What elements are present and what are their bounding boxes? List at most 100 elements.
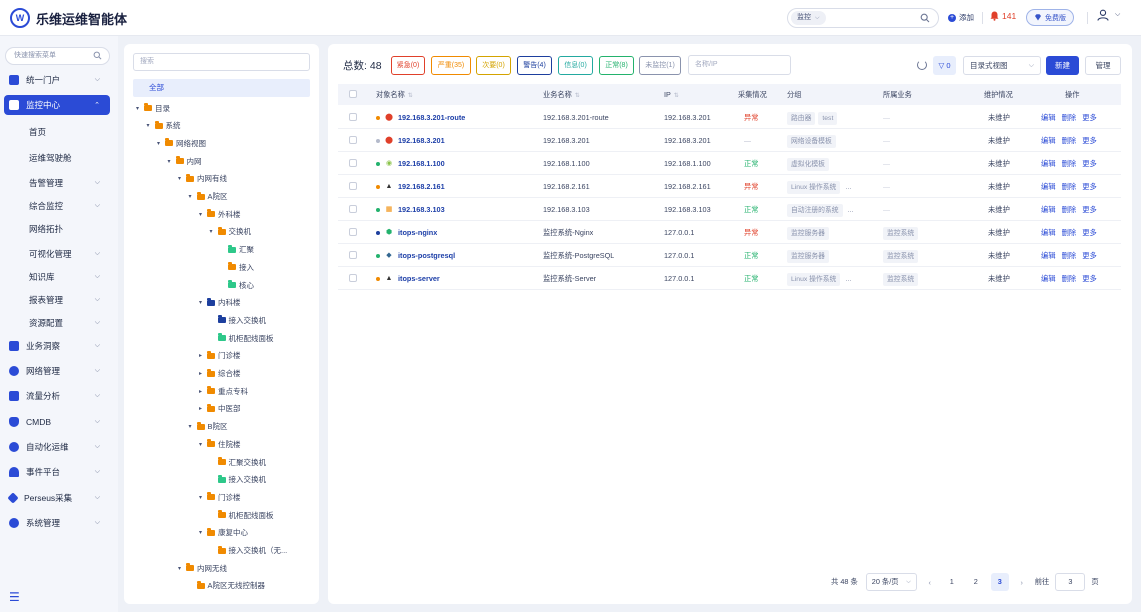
search-scope-select[interactable]: 监控 ⌵ — [791, 11, 826, 25]
nav-item-automation[interactable]: 自动化运维 ⌵ — [4, 437, 110, 457]
object-name-cell[interactable]: ⬤ 192.168.3.201-route — [376, 106, 465, 129]
nav-sub-resource[interactable]: 资源配置 ⌵ — [4, 313, 110, 333]
nav-item-cmdb[interactable]: CMDB ⌵ — [4, 412, 110, 432]
nav-item-traffic[interactable]: 流量分析 ⌵ — [4, 386, 110, 406]
nav-item-portal[interactable]: 统一门户 ⌵ — [4, 70, 110, 90]
nav-sub-cockpit[interactable]: 运维驾驶舱 — [4, 148, 110, 168]
caret-down-icon[interactable]: ▾ — [178, 565, 186, 572]
table-row[interactable]: ▦ 192.168.3.103 192.168.3.103 192.168.3.103… — [338, 198, 1121, 221]
object-name-link[interactable]: itops-server — [398, 267, 440, 290]
object-name-link[interactable]: itops-postgresql — [398, 244, 455, 267]
app-logo[interactable]: W 乐维运维智能体 — [10, 8, 127, 28]
row-checkbox[interactable] — [349, 205, 357, 213]
tree-node[interactable]: 接入 — [220, 260, 254, 274]
object-name-cell[interactable]: ▲ 192.168.2.161 — [376, 175, 445, 198]
nav-sub-report[interactable]: 报表管理 ⌵ — [4, 290, 110, 310]
object-name-cell[interactable]: ◉ 192.168.1.100 — [376, 152, 445, 175]
table-row[interactable]: ⬤ 192.168.3.201-route 192.168.3.201-route 1… — [338, 106, 1121, 129]
column-business-name[interactable]: 业务名称 ⇅ — [543, 84, 580, 105]
edit-link[interactable]: 编辑 — [1041, 136, 1056, 145]
nav-sub-knowledge[interactable]: 知识库 ⌵ — [4, 267, 110, 287]
nav-item-network[interactable]: 网络管理 ⌵ — [4, 361, 110, 381]
tree-node[interactable]: ▾ 交换机 — [210, 225, 251, 239]
edit-link[interactable]: 编辑 — [1041, 205, 1056, 214]
nav-item-events[interactable]: 事件平台 ⌵ — [4, 462, 110, 482]
page-number[interactable]: 1 — [943, 573, 961, 591]
filter-info-button[interactable]: 信息(0) — [558, 56, 593, 75]
delete-link[interactable]: 删除 — [1062, 251, 1077, 260]
row-checkbox[interactable] — [349, 136, 357, 144]
column-ip[interactable]: IP ⇅ — [664, 84, 679, 105]
column-object-name[interactable]: 对象名称 ⇅ — [376, 84, 413, 105]
tree-node[interactable]: ▾ 目录 — [136, 101, 170, 115]
edit-link[interactable]: 编辑 — [1041, 274, 1056, 283]
tree-node[interactable]: ▾ 外科楼 — [199, 207, 241, 221]
nav-item-monitor-center[interactable]: 监控中心 ⌃ — [4, 95, 110, 115]
nav-sub-home[interactable]: 首页 — [4, 122, 110, 142]
caret-down-icon[interactable]: ▾ — [199, 529, 207, 536]
add-button[interactable]: + 添加 — [948, 12, 974, 23]
more-link[interactable]: 更多 — [1082, 113, 1097, 122]
select-all-checkbox[interactable] — [349, 90, 357, 98]
row-checkbox[interactable] — [349, 251, 357, 259]
tree-node[interactable]: 机柜配线面板 — [210, 508, 274, 522]
tree-node[interactable]: 核心 — [220, 278, 254, 292]
caret-right-icon[interactable]: ▸ — [199, 352, 207, 359]
object-name-link[interactable]: 192.168.1.100 — [398, 152, 445, 175]
tree-search-input[interactable]: 搜索 — [133, 53, 310, 71]
table-row[interactable]: ◉ 192.168.1.100 192.168.1.100 192.168.1.100… — [338, 152, 1121, 175]
object-name-link[interactable]: 192.168.3.103 — [398, 198, 445, 221]
prev-page-icon[interactable]: ‹ — [923, 578, 937, 587]
refresh-icon[interactable] — [917, 60, 927, 70]
nav-item-business-insight[interactable]: 业务洞察 ⌵ — [4, 336, 110, 356]
tree-node[interactable]: A院区无线控制器 — [189, 579, 265, 593]
edit-link[interactable]: 编辑 — [1041, 228, 1056, 237]
caret-right-icon[interactable]: ▸ — [199, 370, 207, 377]
object-name-link[interactable]: 192.168.3.201 — [398, 129, 445, 152]
delete-link[interactable]: 删除 — [1062, 274, 1077, 283]
row-checkbox[interactable] — [349, 159, 357, 167]
nav-item-perseus[interactable]: Perseus采集 ⌵ — [4, 488, 110, 508]
object-name-cell[interactable]: ◆ itops-postgresql — [376, 244, 455, 267]
table-row[interactable]: ◆ itops-postgresql 监控系统-PostgreSQL 127.0.0.… — [338, 244, 1121, 267]
delete-link[interactable]: 删除 — [1062, 113, 1077, 122]
more-link[interactable]: 更多 — [1082, 182, 1097, 191]
tree-node[interactable]: ▾ B院区 — [189, 420, 228, 434]
tree-node[interactable]: ▾ 门诊楼 — [199, 490, 241, 504]
row-checkbox[interactable] — [349, 182, 357, 190]
new-button[interactable]: 新建 — [1046, 56, 1079, 75]
delete-link[interactable]: 删除 — [1062, 205, 1077, 214]
delete-link[interactable]: 删除 — [1062, 182, 1077, 191]
tree-node[interactable]: ▸ 门诊楼 — [199, 349, 241, 363]
filter-warning-button[interactable]: 警告(4) — [517, 56, 552, 75]
page-number[interactable]: 2 — [967, 573, 985, 591]
filter-severe-button[interactable]: 严重(35) — [431, 56, 471, 75]
tree-node[interactable]: 汇聚交换机 — [210, 455, 266, 469]
tree-node[interactable]: ▾ A院区 — [189, 190, 228, 204]
row-checkbox[interactable] — [349, 228, 357, 236]
caret-down-icon[interactable]: ▾ — [147, 122, 155, 129]
tree-node[interactable]: ▾ 内网有线 — [178, 172, 227, 186]
caret-right-icon[interactable]: ▸ — [199, 388, 207, 395]
caret-down-icon[interactable]: ▾ — [199, 441, 207, 448]
caret-down-icon[interactable]: ▾ — [178, 175, 186, 182]
nav-item-system[interactable]: 系统管理 ⌵ — [4, 513, 110, 533]
nav-sub-topology[interactable]: 网络拓扑 — [4, 219, 110, 239]
tree-node[interactable]: 接入交换机（无... — [210, 544, 287, 558]
filter-critical-button[interactable]: 紧急(0) — [391, 56, 425, 75]
filter-minor-button[interactable]: 次要(0) — [476, 56, 511, 75]
table-row[interactable]: ▲ 192.168.2.161 192.168.2.161 192.168.2.161… — [338, 175, 1121, 198]
filter-unmonitored-button[interactable]: 未监控(1) — [639, 56, 681, 75]
tree-node[interactable]: ▾ 住院楼 — [199, 437, 241, 451]
object-name-cell[interactable]: ▲ itops-server — [376, 267, 440, 290]
tree-node[interactable]: ▾ 康复中心 — [199, 526, 248, 540]
advanced-filter-button[interactable]: ▽ 0 — [933, 56, 956, 75]
edition-badge[interactable]: 免费版 — [1026, 9, 1074, 26]
nav-sub-integrated[interactable]: 综合监控 ⌵ — [4, 196, 110, 216]
tree-node[interactable]: 汇聚 — [220, 243, 254, 257]
tree-node[interactable]: ▾ 内科楼 — [199, 296, 241, 310]
row-checkbox[interactable] — [349, 274, 357, 282]
tree-node[interactable]: ▸ 中医部 — [199, 402, 241, 416]
delete-link[interactable]: 删除 — [1062, 136, 1077, 145]
caret-down-icon[interactable]: ▾ — [210, 228, 218, 235]
